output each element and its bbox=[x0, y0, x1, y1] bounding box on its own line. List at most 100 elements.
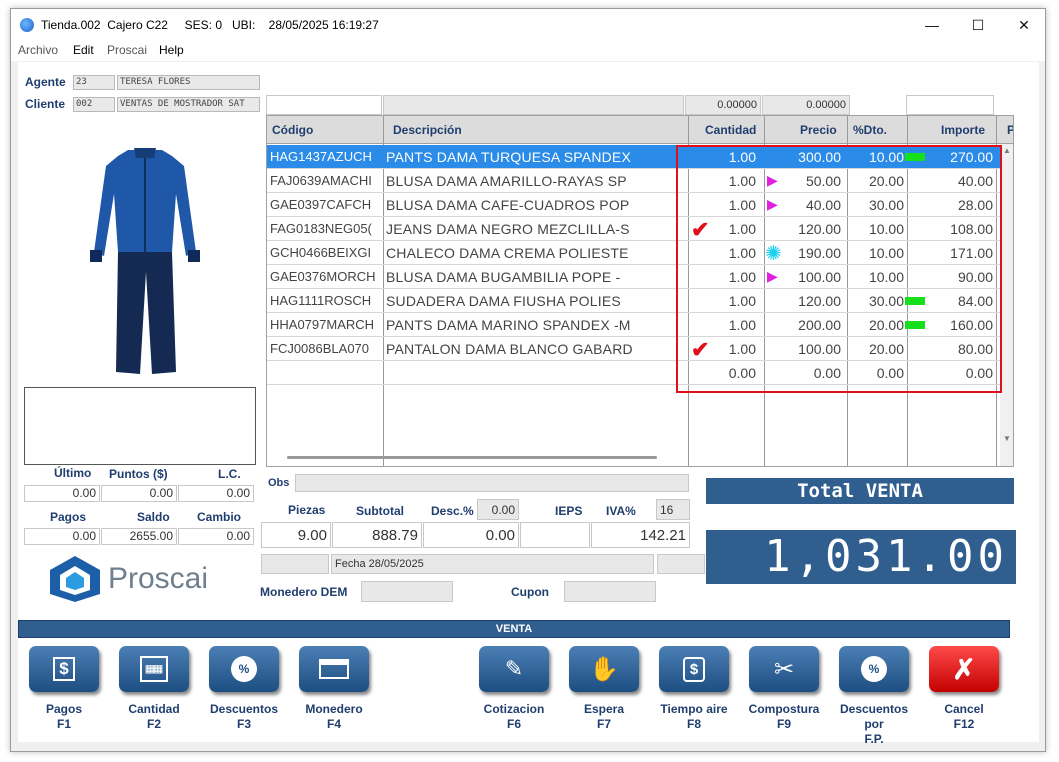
cantidad-button[interactable]: ▦▦ bbox=[119, 646, 189, 692]
col-dto[interactable]: %Dto. bbox=[853, 123, 887, 137]
function-key-shortcut: F2 bbox=[146, 717, 161, 731]
function-key-name: Compostura bbox=[748, 702, 820, 716]
header-value-1: 0.00000 bbox=[685, 95, 761, 115]
cell-codigo: FCJ0086BLA070 bbox=[270, 341, 370, 356]
cotizacion-button[interactable]: ✎ bbox=[479, 646, 549, 692]
cell-codigo: FAJ0639AMACHI bbox=[270, 173, 372, 188]
function-key-shortcut: F7 bbox=[596, 717, 611, 731]
function-key-label[interactable]: Cantidad F2 bbox=[109, 702, 199, 732]
minimize-button[interactable]: — bbox=[909, 9, 955, 41]
desc-label: Desc.% bbox=[431, 504, 474, 518]
cell-codigo: HHA0797MARCH bbox=[270, 317, 375, 332]
app-globe-icon bbox=[20, 18, 34, 32]
cancel-button[interactable]: ✗ bbox=[929, 646, 999, 692]
agente-label: Agente bbox=[25, 75, 66, 89]
pagos-label: Pagos bbox=[50, 510, 87, 524]
cell-codigo: FAG0183NEG05( bbox=[270, 221, 372, 236]
grid-header: Código Descripción Cantidad Precio %Dto.… bbox=[267, 116, 1013, 144]
descuentos-fp-button[interactable]: % bbox=[839, 646, 909, 692]
subtotal-label: Subtotal bbox=[356, 504, 404, 518]
cell-descripcion: PANTS DAMA TURQUESA SPANDEX bbox=[386, 149, 632, 165]
cliente-code-field[interactable]: 002 bbox=[73, 97, 115, 112]
proscai-logo-icon bbox=[50, 556, 100, 602]
obs-label: Obs bbox=[268, 477, 290, 489]
function-key-label[interactable]: Compostura F9 bbox=[739, 702, 829, 732]
function-key-shortcut: F3 bbox=[236, 717, 251, 731]
col-p[interactable]: P bbox=[1007, 123, 1013, 137]
menu-archivo[interactable]: Archivo bbox=[18, 43, 58, 57]
scroll-down-arrow-icon[interactable]: ▼ bbox=[1003, 434, 1011, 443]
monedero-button[interactable] bbox=[299, 646, 369, 692]
grid-horizontal-scrollbar[interactable] bbox=[287, 456, 657, 459]
scroll-up-arrow-icon[interactable]: ▲ bbox=[1003, 146, 1011, 155]
compostura-button[interactable]: ✂ bbox=[749, 646, 819, 692]
col-codigo[interactable]: Código bbox=[272, 123, 313, 137]
function-key-label[interactable]: Monedero F4 bbox=[289, 702, 379, 732]
proscai-logo-text: Proscai bbox=[108, 562, 209, 595]
close-button[interactable]: ✕ bbox=[1001, 9, 1047, 41]
ieps-label: IEPS bbox=[555, 504, 583, 518]
tiempo-aire-button[interactable]: $ bbox=[659, 646, 729, 692]
col-precio[interactable]: Precio bbox=[800, 123, 837, 137]
agente-code-field[interactable]: 23 bbox=[73, 75, 115, 90]
desc-pct-field[interactable]: 0.00 bbox=[477, 499, 519, 520]
iva-pct-field[interactable]: 16 bbox=[656, 499, 690, 520]
ieps-field bbox=[520, 522, 590, 548]
pagos-button[interactable]: $ bbox=[29, 646, 99, 692]
function-key-label[interactable]: Espera F7 bbox=[559, 702, 649, 732]
top-field-1[interactable] bbox=[266, 95, 382, 115]
cell-codigo: GCH0466BEIXGI bbox=[270, 245, 372, 260]
function-key-label[interactable]: Pagos F1 bbox=[19, 702, 109, 732]
piezas-field: 9.00 bbox=[261, 522, 331, 548]
cliente-label: Cliente bbox=[25, 97, 66, 111]
cell-codigo: GAE0376MORCH bbox=[270, 269, 376, 284]
function-key-label[interactable]: Tiempo aire F8 bbox=[649, 702, 739, 732]
menu-help[interactable]: Help bbox=[159, 43, 184, 57]
col-importe[interactable]: Importe bbox=[941, 123, 985, 137]
function-key-name: Tiempo aire bbox=[660, 702, 728, 716]
cupon-field[interactable] bbox=[564, 581, 656, 602]
menu-proscai[interactable]: Proscai bbox=[107, 43, 147, 57]
top-field-3[interactable] bbox=[906, 95, 994, 115]
card-icon bbox=[319, 659, 349, 679]
function-key-label[interactable]: Cotizacion F6 bbox=[469, 702, 559, 732]
iva-label: IVA% bbox=[606, 504, 636, 518]
fecha-box-right bbox=[657, 554, 705, 574]
function-key-label[interactable]: Cancel F12 bbox=[919, 702, 1009, 732]
function-key-label[interactable]: Descuentos F3 bbox=[199, 702, 289, 732]
cell-descripcion: BLUSA DAMA AMARILLO-RAYAS SP bbox=[386, 173, 627, 189]
descuentos-button[interactable]: % bbox=[209, 646, 279, 692]
iva-field: 142.21 bbox=[591, 522, 690, 548]
col-cantidad[interactable]: Cantidad bbox=[705, 123, 756, 137]
cupon-label: Cupon bbox=[511, 585, 549, 599]
menu-edit[interactable]: Edit bbox=[73, 43, 94, 57]
puntos-field: 0.00 bbox=[101, 485, 177, 502]
function-key-shortcut: F1 bbox=[56, 717, 71, 731]
function-key-name: Monedero bbox=[305, 702, 363, 716]
function-key-label[interactable]: Descuentos por F.P. bbox=[829, 702, 919, 747]
discount-badge-icon: % bbox=[231, 656, 257, 682]
total-venta-title: Total VENTA bbox=[706, 478, 1014, 504]
cell-codigo: HAG1111ROSCH bbox=[270, 293, 372, 308]
cell-descripcion: PANTS DAMA MARINO SPANDEX -M bbox=[386, 317, 631, 333]
cell-descripcion: BLUSA DAMA BUGAMBILIA POPE - bbox=[386, 269, 621, 285]
col-descripcion[interactable]: Descripción bbox=[393, 123, 462, 137]
x-cancel-icon: ✗ bbox=[952, 653, 976, 685]
cell-descripcion: PANTALON DAMA BLANCO GABARD bbox=[386, 341, 633, 357]
maximize-button[interactable]: ☐ bbox=[955, 9, 1001, 41]
menu-bar: Archivo Edit Proscai Help bbox=[11, 41, 1045, 61]
grid-vertical-scrollbar[interactable]: ▲ ▼ bbox=[1000, 144, 1013, 466]
obs-field[interactable] bbox=[295, 474, 689, 492]
fecha-field: Fecha 28/05/2025 bbox=[331, 554, 654, 574]
notes-box[interactable] bbox=[24, 387, 256, 465]
money-icon: $ bbox=[53, 657, 75, 681]
ultimo-field: 0.00 bbox=[24, 485, 100, 502]
window-title: Tienda.002 Cajero C22 SES: 0 UBI: 28/05/… bbox=[41, 18, 379, 32]
function-key-shortcut: F9 bbox=[776, 717, 791, 731]
monedero-field[interactable] bbox=[361, 581, 453, 602]
espera-button[interactable]: ✋ bbox=[569, 646, 639, 692]
function-key-name: Descuentos por bbox=[839, 702, 909, 731]
lc-field: 0.00 bbox=[178, 485, 254, 502]
top-field-2 bbox=[383, 95, 684, 115]
function-key-name: Cotizacion bbox=[483, 702, 545, 716]
